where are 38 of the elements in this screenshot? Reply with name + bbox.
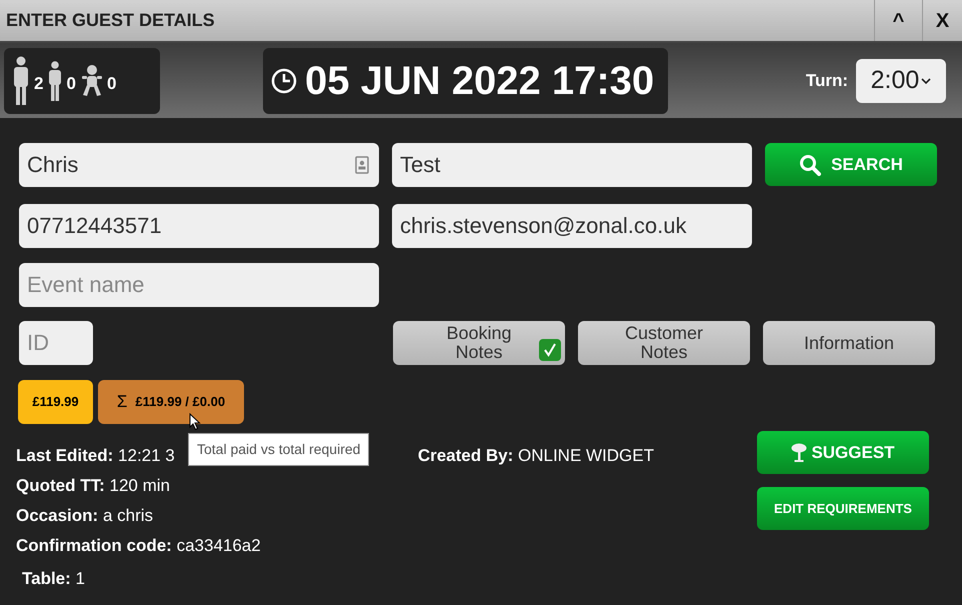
payment-total-badge[interactable]: Σ £119.99 / £0.00 [98,380,244,424]
search-icon [799,154,822,176]
mouse-pointer-icon [189,413,201,431]
first-name-field[interactable]: Chris [19,143,379,187]
date-time: 05 JUN 2022 17:30 [305,58,654,104]
id-field[interactable]: ID [19,321,93,365]
payment-total: £119.99 / £0.00 [135,393,226,412]
child-icon [48,60,62,100]
close-button[interactable]: X [922,0,962,41]
detail-line: Last Edited: 12:21 3 [16,446,175,466]
last-name-field[interactable]: Test [392,143,752,187]
email-field[interactable]: chris.stevenson@zonal.co.uk [392,204,752,248]
event-name-field[interactable]: Event name [19,263,379,307]
sigma-icon: Σ [116,389,128,415]
table-icon [791,442,808,462]
tooltip: Total paid vs total required [188,433,370,466]
turn-label: Turn: [806,70,848,92]
notes-button[interactable]: Information [763,321,935,365]
adult-icon [12,56,30,106]
phone-field[interactable]: 07712443571 [19,204,379,248]
clock-icon [271,68,297,94]
detail-line: Occasion: a chris [16,506,154,526]
detail-line: Quoted TT: 120 min [16,476,170,496]
cover-count: 0 [106,72,116,95]
detail-line: Confirmation code: ca33416a2 [16,536,261,556]
turn-select[interactable]: 2:00 [856,58,946,102]
baby-icon [80,64,103,96]
contact-card-icon [355,156,369,174]
detail-line: Table: 1 [22,569,86,589]
collapse-button[interactable]: ^ [874,0,922,41]
cover-count: 0 [66,72,76,95]
notes-button[interactable]: Booking Notes [393,321,565,365]
window-title: ENTER GUEST DETAILS [6,9,216,32]
created-by-line: Created By: ONLINE WIDGET [418,446,654,466]
deposit-badge: £119.99 [18,380,93,424]
notes-button[interactable]: Customer Notes [578,321,750,365]
chevron-down-icon [921,76,932,84]
cover-count: 2 [34,72,44,95]
